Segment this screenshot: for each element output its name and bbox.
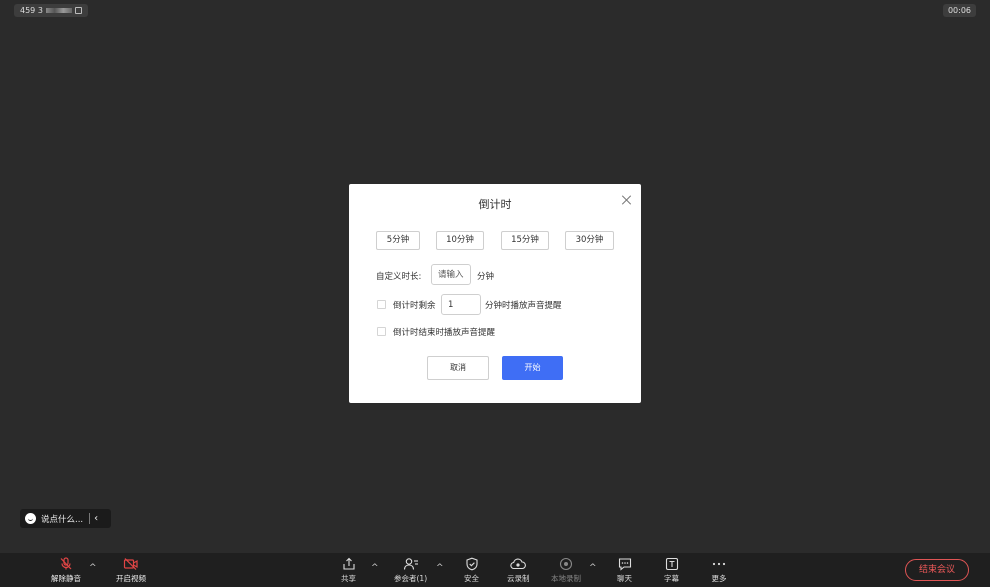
emoji-icon[interactable] xyxy=(25,513,36,524)
captions-icon xyxy=(665,556,679,572)
participants-button[interactable]: 参会者(1) xyxy=(394,556,427,584)
captions-label: 字幕 xyxy=(664,574,679,583)
cloud-record-icon xyxy=(510,556,527,572)
remind-suffix-label: 分钟时播放声音提醒 xyxy=(485,301,562,311)
shield-icon xyxy=(465,556,479,572)
cloud-record-label: 云录制 xyxy=(507,574,530,583)
cancel-button[interactable]: 取消 xyxy=(427,356,489,380)
more-icon xyxy=(711,556,727,572)
meeting-id-masked xyxy=(45,8,72,13)
preset-30min-button[interactable]: 30分钟 xyxy=(565,231,614,250)
unmute-button[interactable]: 解除静音 xyxy=(51,556,81,584)
start-video-label: 开启视频 xyxy=(116,574,146,583)
record-options-chevron-up-icon[interactable]: ^ xyxy=(589,563,597,573)
security-button[interactable]: 安全 xyxy=(464,556,479,584)
chat-button[interactable]: 聊天 xyxy=(617,556,632,584)
countdown-dialog: 倒计时 5分钟 10分钟 15分钟 30分钟 自定义时长: 分钟 倒计时剩余 分… xyxy=(349,184,641,403)
start-video-button[interactable]: 开启视频 xyxy=(116,556,146,584)
more-label: 更多 xyxy=(711,574,727,583)
bottom-toolbar: 解除静音 ^ 开启视频 共享 ^ 参会者(1) ^ 安全 云录制 本地录制 ^ … xyxy=(0,553,990,587)
more-button[interactable]: 更多 xyxy=(711,556,727,584)
end-remind-checkbox[interactable] xyxy=(377,327,386,336)
chevron-left-icon[interactable]: ‹ xyxy=(94,513,98,524)
share-icon xyxy=(342,556,356,572)
custom-duration-label: 自定义时长: xyxy=(376,272,422,282)
end-meeting-button[interactable]: 结束会议 xyxy=(905,559,969,581)
chat-icon xyxy=(618,556,632,572)
meeting-id-text: 459 3 xyxy=(20,6,43,15)
local-record-button[interactable]: 本地录制 xyxy=(551,556,581,584)
participants-options-chevron-up-icon[interactable]: ^ xyxy=(436,563,444,573)
preset-10min-button[interactable]: 10分钟 xyxy=(436,231,484,250)
record-icon xyxy=(559,556,573,572)
preset-15min-button[interactable]: 15分钟 xyxy=(501,231,549,250)
participants-icon xyxy=(403,556,419,572)
custom-duration-input[interactable] xyxy=(431,264,471,285)
local-record-label: 本地录制 xyxy=(551,574,581,583)
meeting-id-badge[interactable]: 459 3 xyxy=(14,4,88,17)
audio-options-chevron-up-icon[interactable]: ^ xyxy=(89,563,97,573)
share-label: 共享 xyxy=(341,574,356,583)
share-options-chevron-up-icon[interactable]: ^ xyxy=(371,563,379,573)
remind-prefix-label: 倒计时剩余 xyxy=(393,301,436,311)
unmute-label: 解除静音 xyxy=(51,574,81,583)
preset-5min-button[interactable]: 5分钟 xyxy=(376,231,420,250)
participants-label: 参会者(1) xyxy=(394,574,428,583)
start-button[interactable]: 开始 xyxy=(502,356,563,380)
camera-off-icon xyxy=(123,556,139,572)
close-icon[interactable] xyxy=(621,194,633,206)
meeting-duration: 00:06 xyxy=(942,4,976,17)
dialog-title: 倒计时 xyxy=(478,198,512,211)
chat-label: 聊天 xyxy=(617,574,632,583)
copy-icon[interactable] xyxy=(74,7,82,14)
divider xyxy=(89,513,91,524)
share-button[interactable]: 共享 xyxy=(341,556,356,584)
remind-checkbox[interactable] xyxy=(377,300,386,309)
custom-duration-unit: 分钟 xyxy=(477,272,495,282)
chat-quick-placeholder[interactable]: 说点什么... xyxy=(41,513,83,525)
mic-off-icon xyxy=(59,556,73,572)
chat-quick-bar[interactable]: 说点什么... ‹ xyxy=(20,509,111,528)
captions-button[interactable]: 字幕 xyxy=(664,556,679,584)
end-remind-label: 倒计时结束时播放声音提醒 xyxy=(393,328,496,338)
remind-minutes-input[interactable] xyxy=(441,294,481,315)
cloud-record-button[interactable]: 云录制 xyxy=(507,556,530,584)
security-label: 安全 xyxy=(464,574,479,583)
